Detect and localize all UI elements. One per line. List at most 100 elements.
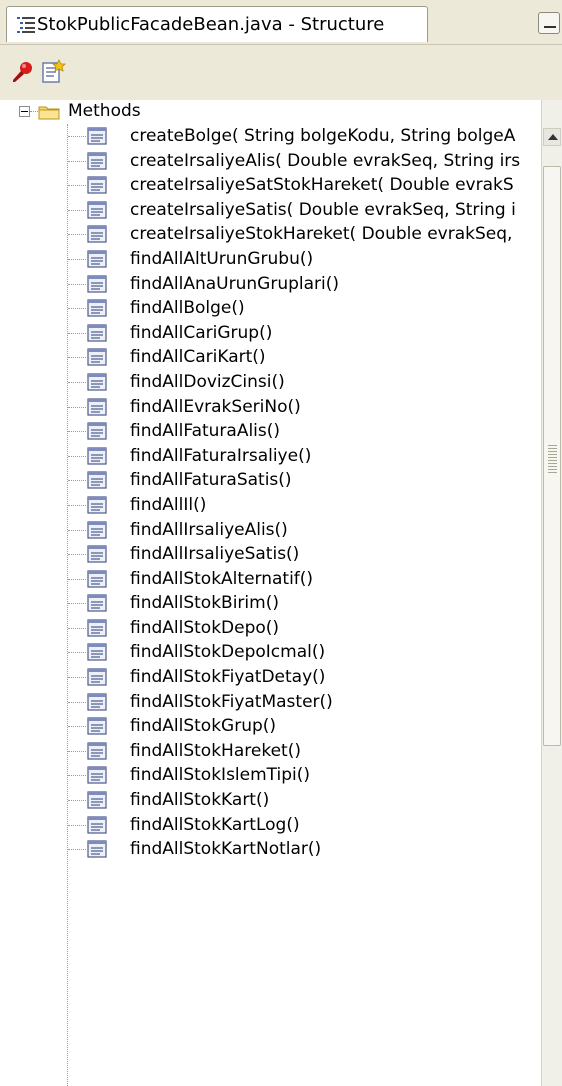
- method-label: findAllStokKartNotlar(): [130, 839, 322, 860]
- tree-item-method[interactable]: findAllIrsaliyeSatis(): [0, 542, 541, 567]
- method-icon: [87, 225, 107, 243]
- method-icon: [87, 250, 107, 268]
- tree-item-method[interactable]: createIrsaliyeSatis( Double evrakSeq, St…: [0, 198, 541, 223]
- method-icon: [87, 151, 107, 170]
- tree-item-method[interactable]: findAllStokFiyatDetay(): [0, 665, 541, 690]
- method-label: createIrsaliyeStokHareket( Double evrakS…: [130, 224, 513, 245]
- tree-item-method[interactable]: findAllIrsaliyeAlis(): [0, 518, 541, 543]
- method-icon: [87, 324, 107, 342]
- method-list: createBolge( String bolgeKodu, String bo…: [0, 124, 541, 862]
- method-label: findAllFaturaSatis(): [130, 470, 292, 491]
- tree-item-method[interactable]: findAllAltUrunGrubu(): [0, 247, 541, 272]
- tab-title: StokPublicFacadeBean.java - Structure: [37, 14, 385, 35]
- method-icon: [87, 471, 107, 489]
- tree-item-method[interactable]: createIrsaliyeSatStokHareket( Double evr…: [0, 173, 541, 198]
- method-icon: [87, 619, 107, 637]
- tree-item-method[interactable]: findAllStokBirim(): [0, 591, 541, 616]
- method-label: findAllStokFiyatDetay(): [130, 667, 326, 688]
- method-label: findAllStokDepo(): [130, 617, 280, 638]
- vertical-scrollbar[interactable]: [541, 100, 562, 1086]
- method-label: findAllEvrakSeriNo(): [130, 396, 301, 417]
- tree-item-method[interactable]: findAllStokIslemTipi(): [0, 763, 541, 788]
- method-label: findAllBolge(): [130, 298, 245, 319]
- method-label: findAllIl(): [130, 494, 207, 515]
- method-label: findAllIrsaliyeAlis(): [130, 519, 288, 540]
- method-label: findAllStokDepoIcmal(): [130, 642, 326, 663]
- tree-item-method[interactable]: findAllStokKartLog(): [0, 813, 541, 838]
- structure-icon: [17, 17, 35, 33]
- method-label: findAllStokBirim(): [130, 593, 279, 614]
- method-label: findAllStokAlternatif(): [130, 568, 314, 589]
- method-label: createBolge( String bolgeKodu, String bo…: [130, 126, 516, 146]
- method-icon: [87, 520, 107, 539]
- method-icon: [87, 447, 107, 465]
- method-label: findAllAnaUrunGruplari(): [130, 273, 339, 294]
- scroll-up-arrow[interactable]: [543, 128, 561, 146]
- method-label: findAllStokIslemTipi(): [130, 765, 311, 786]
- method-label: findAllDovizCinsi(): [130, 371, 285, 392]
- method-label: findAllCariKart(): [130, 347, 266, 368]
- method-label: findAllStokHareket(): [130, 740, 301, 761]
- tree-item-method[interactable]: findAllIl(): [0, 493, 541, 518]
- method-icon: [87, 717, 107, 735]
- tree-item-method[interactable]: findAllStokDepo(): [0, 616, 541, 641]
- method-icon: [87, 643, 107, 662]
- method-icon: [87, 299, 107, 317]
- method-icon: [87, 201, 107, 219]
- method-icon: [87, 127, 107, 145]
- collapse-icon[interactable]: [19, 106, 30, 117]
- method-label: createIrsaliyeSatStokHareket( Double evr…: [130, 175, 514, 196]
- minimize-button[interactable]: [538, 12, 560, 34]
- tab-structure[interactable]: StokPublicFacadeBean.java - Structure: [6, 6, 428, 42]
- toolbar: [0, 45, 562, 100]
- tree-item-method[interactable]: findAllStokGrup(): [0, 714, 541, 739]
- method-label: findAllStokKart(): [130, 790, 270, 811]
- tree-item-method[interactable]: findAllStokHareket(): [0, 739, 541, 764]
- properties-icon[interactable]: [40, 59, 66, 85]
- minimize-icon: [544, 26, 556, 28]
- tree-item-method[interactable]: findAllCariKart(): [0, 345, 541, 370]
- method-label: createIrsaliyeAlis( Double evrakSeq, Str…: [130, 150, 521, 171]
- method-icon: [87, 570, 107, 588]
- method-icon: [87, 594, 107, 612]
- tree-item-method[interactable]: findAllBolge(): [0, 296, 541, 321]
- method-icon: [87, 496, 107, 514]
- method-label: findAllAltUrunGrubu(): [130, 248, 314, 269]
- method-icon: [87, 545, 107, 563]
- method-icon: [87, 791, 107, 809]
- method-icon: [87, 668, 107, 686]
- tree-item-method[interactable]: findAllStokFiyatMaster(): [0, 690, 541, 715]
- scrollbar-thumb[interactable]: [543, 166, 561, 746]
- tree-node-label: Methods: [68, 101, 141, 121]
- tree-item-method[interactable]: findAllFaturaIrsaliye(): [0, 444, 541, 469]
- method-icon: [87, 348, 107, 366]
- method-label: findAllIrsaliyeSatis(): [130, 544, 300, 565]
- tree-node-methods[interactable]: Methods: [0, 100, 541, 124]
- tree-item-method[interactable]: findAllAnaUrunGruplari(): [0, 272, 541, 297]
- tree-item-method[interactable]: findAllStokAlternatif(): [0, 567, 541, 592]
- tree-item-method[interactable]: findAllStokKartNotlar(): [0, 837, 541, 862]
- method-label: findAllStokFiyatMaster(): [130, 691, 333, 712]
- tree-item-method[interactable]: findAllCariGrup(): [0, 321, 541, 346]
- method-icon: [87, 766, 107, 785]
- tree-item-method[interactable]: createIrsaliyeStokHareket( Double evrakS…: [0, 222, 541, 247]
- tree-item-method[interactable]: findAllDovizCinsi(): [0, 370, 541, 395]
- method-label: createIrsaliyeSatis( Double evrakSeq, St…: [130, 199, 516, 220]
- method-label: findAllFaturaAlis(): [130, 421, 281, 442]
- tree-item-method[interactable]: createIrsaliyeAlis( Double evrakSeq, Str…: [0, 149, 541, 174]
- tab-strip: StokPublicFacadeBean.java - Structure: [0, 0, 562, 45]
- tree-item-method[interactable]: findAllFaturaSatis(): [0, 468, 541, 493]
- tree-item-method[interactable]: findAllStokDepoIcmal(): [0, 640, 541, 665]
- method-icon: [87, 693, 107, 711]
- folder-icon: [38, 106, 60, 120]
- tree-item-method[interactable]: createBolge( String bolgeKodu, String bo…: [0, 124, 541, 149]
- tree-item-method[interactable]: findAllStokKart(): [0, 788, 541, 813]
- method-icon: [87, 373, 107, 391]
- tree-item-method[interactable]: findAllEvrakSeriNo(): [0, 395, 541, 420]
- method-label: findAllCariGrup(): [130, 322, 273, 343]
- method-icon: [87, 274, 107, 293]
- method-icon: [87, 840, 107, 858]
- pin-icon[interactable]: [10, 59, 36, 85]
- tree-item-method[interactable]: findAllFaturaAlis(): [0, 419, 541, 444]
- method-icon: [87, 742, 107, 760]
